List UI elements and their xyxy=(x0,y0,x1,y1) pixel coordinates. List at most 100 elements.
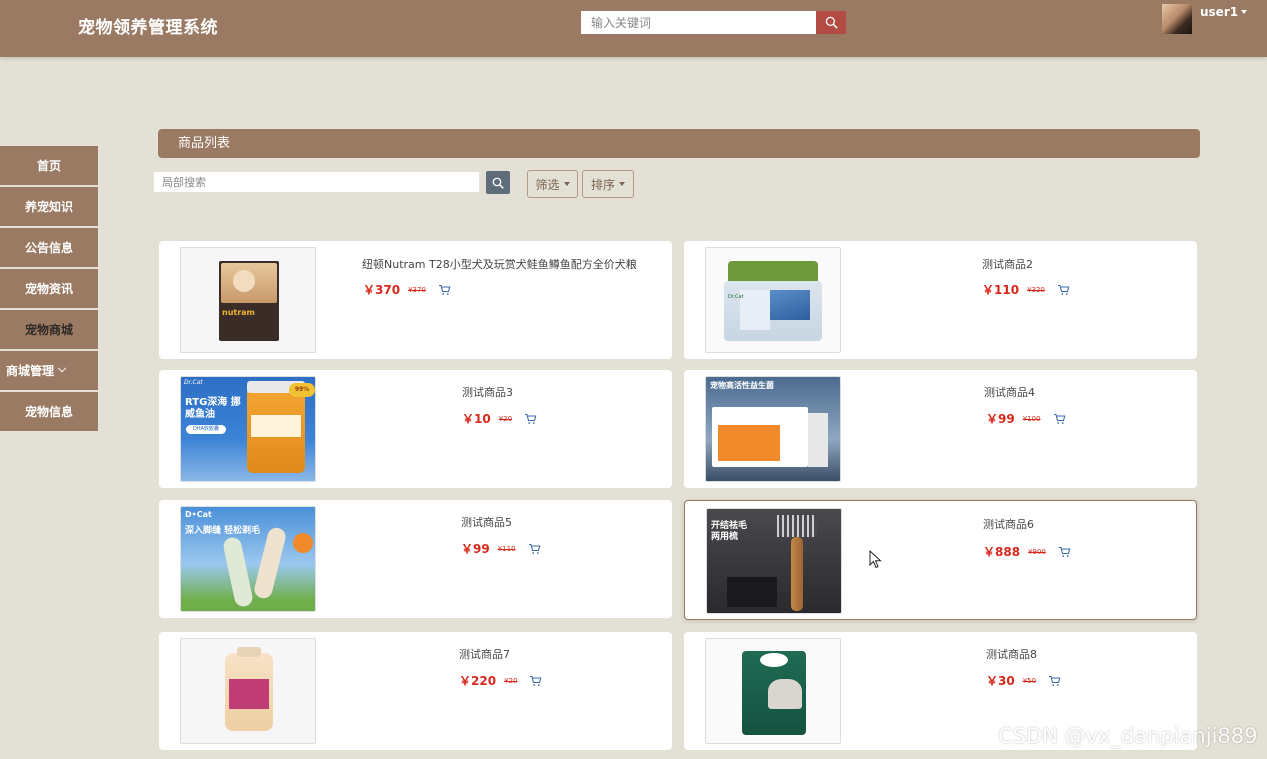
mouse-cursor-icon xyxy=(869,550,882,569)
sidebar-item-label: 商城管理 xyxy=(6,364,55,378)
product-thumbnail[interactable]: Dr.Cat RTG深海 挪威鱼油 DHA软胶囊 99% xyxy=(180,376,316,482)
thumbnail-badge: 99% xyxy=(289,383,315,397)
section-title: 商品列表 xyxy=(178,136,231,151)
price-row: ￥370 ¥370 xyxy=(363,281,451,298)
cart-icon[interactable] xyxy=(1048,675,1061,687)
product-name[interactable]: 测试商品8 xyxy=(986,646,1037,662)
section-title-bar: 商品列表 xyxy=(158,129,1200,158)
sidebar-item-pet-news[interactable]: 宠物资讯 xyxy=(0,269,98,308)
product-card[interactable]: Dr.Cat RTG深海 挪威鱼油 DHA软胶囊 99% 测试商品3 ￥10 ¥… xyxy=(159,370,672,488)
product-price: ￥10 xyxy=(462,412,491,426)
product-price: ￥99 xyxy=(986,412,1015,426)
product-card[interactable]: 宠物高活性益生菌 测试商品4 ￥99 ¥100 xyxy=(684,370,1197,488)
product-name[interactable]: 测试商品2 xyxy=(982,256,1033,272)
product-name[interactable]: 测试商品7 xyxy=(459,646,510,662)
sidebar-item-label: 宠物信息 xyxy=(24,405,73,419)
chevron-down-icon xyxy=(57,363,67,372)
thumbnail-text: RTG深海 挪威鱼油 xyxy=(185,397,241,420)
search-input[interactable] xyxy=(581,11,816,34)
product-thumbnail[interactable]: 开结祛毛 两用梳 xyxy=(706,508,842,614)
sort-button[interactable]: 排序 xyxy=(582,170,634,198)
product-name[interactable]: 纽顿Nutram T28小型犬及玩赏犬鲑鱼鳟鱼配方全价犬粮 xyxy=(362,256,637,272)
price-row: ￥110 ¥320 xyxy=(982,281,1070,298)
product-card[interactable]: nutram 纽顿Nutram T28小型犬及玩赏犬鲑鱼鳟鱼配方全价犬粮 ￥37… xyxy=(159,241,672,359)
thumbnail-subtext: DHA软胶囊 xyxy=(186,425,226,434)
product-old-price: ¥370 xyxy=(408,285,426,294)
product-old-price: ¥20 xyxy=(498,414,513,423)
caret-down-icon xyxy=(619,182,625,186)
search-button[interactable] xyxy=(816,11,846,34)
local-search-input[interactable] xyxy=(153,171,480,193)
thumbnail-brand: nutram xyxy=(222,308,255,317)
local-search-button[interactable] xyxy=(486,171,510,194)
product-thumbnail[interactable]: D•Cat 深入脚缝 轻松剃毛 xyxy=(180,506,316,612)
price-row: ￥10 ¥20 xyxy=(462,410,537,427)
sidebar-item-announcements[interactable]: 公告信息 xyxy=(0,228,98,267)
product-name[interactable]: 测试商品4 xyxy=(984,384,1035,400)
thumbnail-brand: D•Cat xyxy=(185,510,212,519)
product-price: ￥30 xyxy=(986,674,1015,688)
product-card[interactable]: 开结祛毛 两用梳 测试商品6 ￥888 ¥900 xyxy=(684,500,1197,620)
product-old-price: ¥900 xyxy=(1028,547,1046,556)
product-old-price: ¥20 xyxy=(504,676,518,685)
sidebar-item-pet-info[interactable]: 宠物信息 xyxy=(0,392,98,431)
price-row: ￥99 ¥110 xyxy=(461,540,541,557)
product-card[interactable]: D•Cat 深入脚缝 轻松剃毛 测试商品5 ￥99 ¥110 xyxy=(159,500,672,618)
product-price: ￥888 xyxy=(983,545,1021,559)
product-old-price: ¥50 xyxy=(1022,676,1037,685)
watermark: CSDN @vx_danpianji889 xyxy=(998,724,1258,748)
sort-button-label: 排序 xyxy=(590,177,615,192)
cart-icon[interactable] xyxy=(1057,284,1070,296)
product-price: ￥220 xyxy=(459,674,497,688)
sidebar-item-label: 公告信息 xyxy=(24,241,73,255)
product-old-price: ¥100 xyxy=(1022,414,1041,423)
cart-icon[interactable] xyxy=(528,543,541,555)
price-row: ￥99 ¥100 xyxy=(986,410,1066,427)
filter-button-label: 筛选 xyxy=(535,177,560,192)
sidebar-item-pet-knowledge[interactable]: 养宠知识 xyxy=(0,187,98,226)
product-price: ￥370 xyxy=(363,283,401,297)
top-header: 宠物领养管理系统 user1 xyxy=(0,0,1267,57)
user-dropdown-caret-icon[interactable] xyxy=(1241,10,1247,14)
sidebar-item-label: 首页 xyxy=(36,159,61,173)
sidebar-item-mall-management[interactable]: 商城管理 xyxy=(0,351,98,390)
sidebar-item-label: 宠物商城 xyxy=(24,323,73,337)
thumbnail-text: 宠物高活性益生菌 xyxy=(710,381,774,390)
product-name[interactable]: 测试商品3 xyxy=(462,384,513,400)
cart-icon[interactable] xyxy=(438,284,451,296)
product-old-price: ¥320 xyxy=(1027,285,1045,294)
caret-down-icon xyxy=(563,182,570,186)
product-thumbnail[interactable] xyxy=(180,638,316,744)
thumbnail-text: 开结祛毛 两用梳 xyxy=(711,521,748,542)
product-name[interactable]: 测试商品6 xyxy=(983,516,1034,532)
cart-icon[interactable] xyxy=(529,675,542,687)
price-row: ￥30 ¥50 xyxy=(986,672,1061,689)
cart-icon[interactable] xyxy=(1053,413,1066,425)
search-icon xyxy=(492,177,504,189)
product-card[interactable]: Dr.Cat 测试商品2 ￥110 ¥320 xyxy=(684,241,1197,359)
product-thumbnail[interactable]: 宠物高活性益生菌 xyxy=(705,376,841,482)
user-avatar[interactable] xyxy=(1162,4,1192,34)
thumbnail-brand: Dr.Cat xyxy=(184,379,203,386)
thumbnail-text: 深入脚缝 轻松剃毛 xyxy=(185,526,261,536)
product-name[interactable]: 测试商品5 xyxy=(461,514,512,530)
product-thumbnail[interactable]: nutram xyxy=(180,247,316,353)
product-price: ￥110 xyxy=(982,283,1020,297)
product-price: ￥99 xyxy=(461,542,490,556)
thumbnail-text: Dr.Cat xyxy=(728,294,744,300)
sidebar-item-pet-mall[interactable]: 宠物商城 xyxy=(0,310,98,349)
product-old-price: ¥110 xyxy=(497,544,516,553)
filter-button[interactable]: 筛选 xyxy=(527,170,578,198)
price-row: ￥220 ¥20 xyxy=(459,672,542,689)
search-icon xyxy=(825,16,837,29)
sidebar-nav: 首页 养宠知识 公告信息 宠物资讯 宠物商城 商城管理 宠物信息 xyxy=(0,146,98,433)
cart-icon[interactable] xyxy=(524,413,537,425)
product-card[interactable]: 测试商品7 ￥220 ¥20 xyxy=(159,632,672,750)
username[interactable]: user1 xyxy=(1200,5,1238,19)
product-thumbnail[interactable] xyxy=(705,638,841,744)
sidebar-item-home[interactable]: 首页 xyxy=(0,146,98,185)
sidebar-item-label: 宠物资讯 xyxy=(24,282,73,296)
cart-icon[interactable] xyxy=(1058,546,1071,558)
sidebar-item-label: 养宠知识 xyxy=(24,200,73,214)
product-thumbnail[interactable]: Dr.Cat xyxy=(705,247,841,353)
